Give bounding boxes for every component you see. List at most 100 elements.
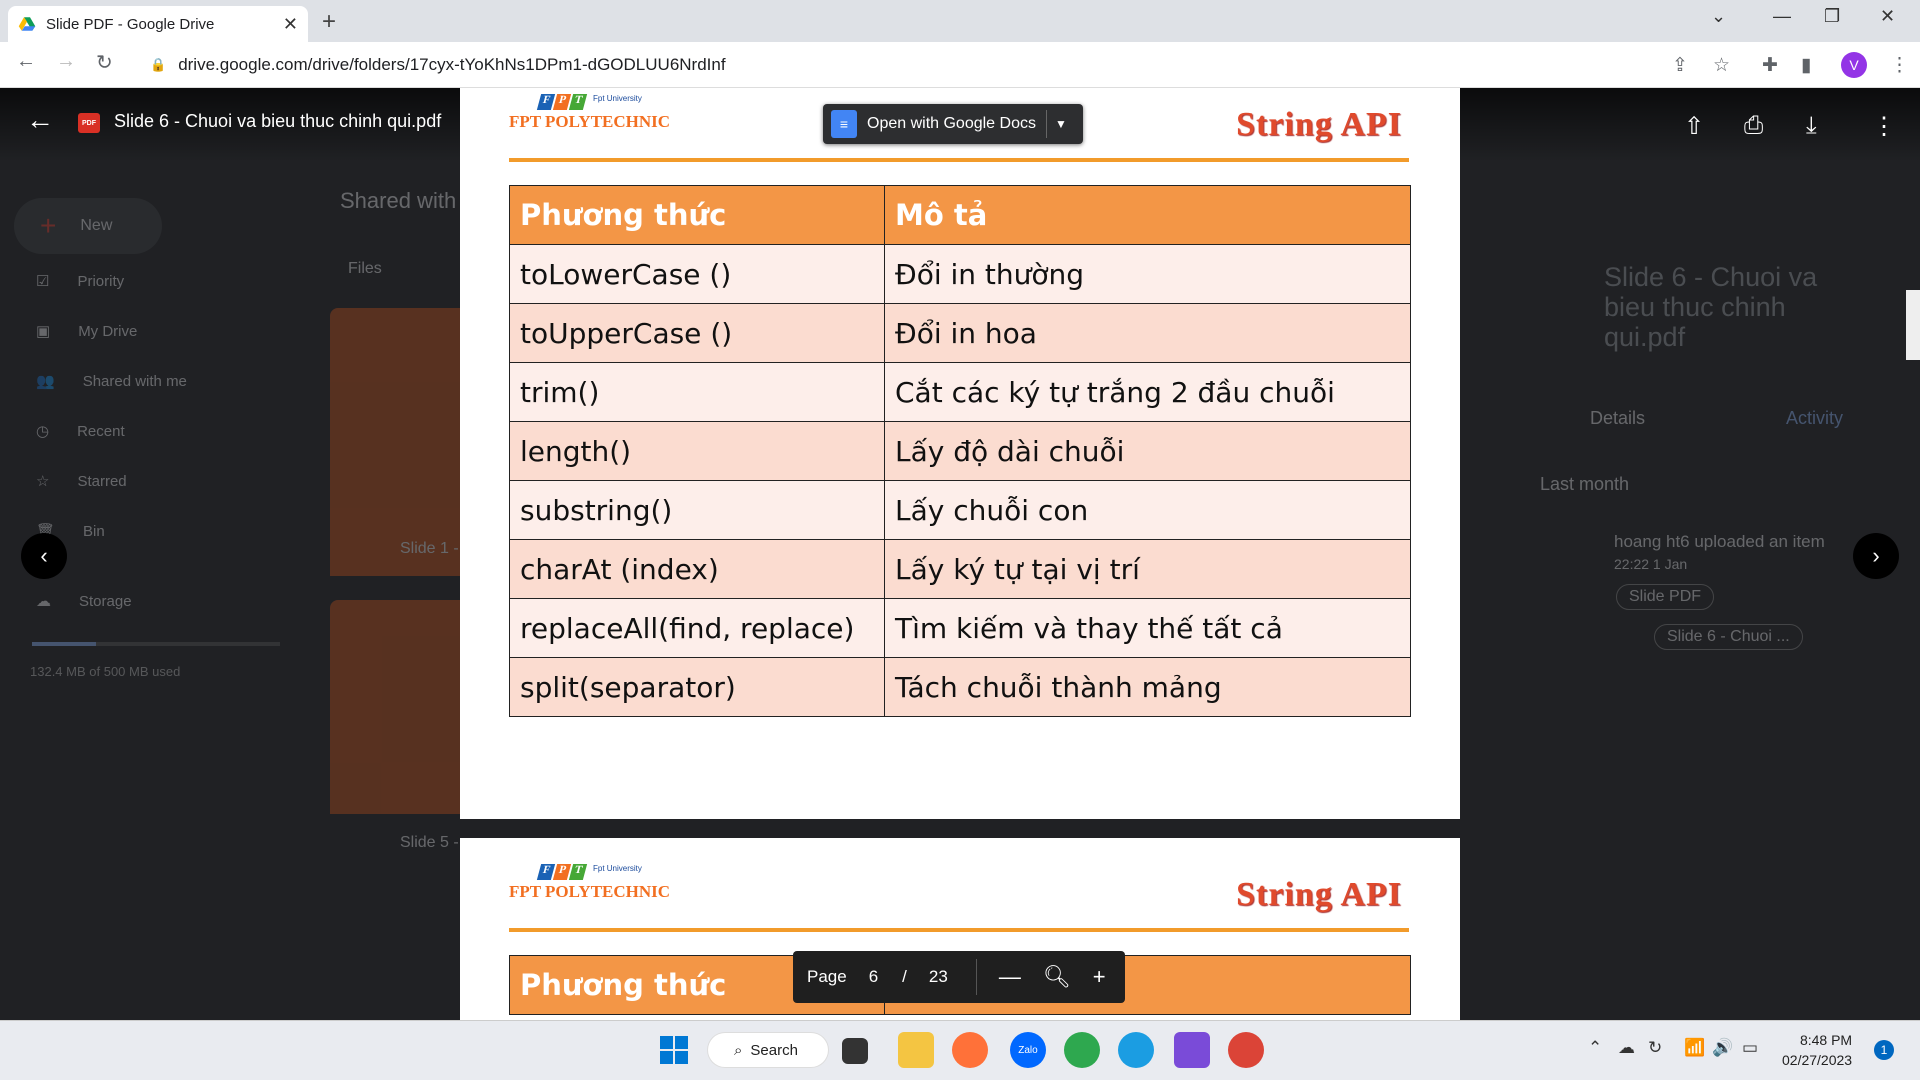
activity-chip: Slide 6 - Chuoi ... bbox=[1654, 624, 1803, 650]
slide-title: String API bbox=[1236, 106, 1402, 143]
reload-icon[interactable]: ↻ bbox=[96, 50, 113, 75]
profile-avatar[interactable]: V bbox=[1841, 52, 1867, 78]
open-with-docs-button[interactable]: ≡ Open with Google Docs ▼ bbox=[823, 104, 1083, 144]
tab-search-icon[interactable]: ⌄ bbox=[1711, 6, 1726, 27]
pdf-file-icon: PDF bbox=[78, 113, 100, 133]
restore-icon[interactable]: ❐ bbox=[1824, 6, 1840, 27]
edge-icon[interactable] bbox=[1118, 1032, 1154, 1068]
add-to-drive-icon[interactable]: ⇧ bbox=[1684, 112, 1704, 141]
file-thumbnail bbox=[330, 600, 460, 814]
search-label: Search bbox=[750, 1041, 798, 1059]
column-header: Mô tả bbox=[884, 185, 1411, 245]
brand-small: Fpt University bbox=[593, 864, 642, 873]
zoom-out-icon[interactable]: — bbox=[999, 964, 1021, 990]
file-card-name: Slide 5 - bbox=[400, 834, 459, 851]
address-bar[interactable]: 🔒 drive.google.com/drive/folders/17cyx-t… bbox=[136, 48, 1776, 82]
tab-details: Details bbox=[1590, 408, 1646, 428]
browser-tab[interactable]: Slide PDF - Google Drive ✕ bbox=[8, 6, 308, 42]
download-icon[interactable]: ⤓ bbox=[1806, 112, 1817, 140]
print-icon[interactable]: ⎙ bbox=[1744, 112, 1763, 140]
new-button: + New bbox=[14, 198, 162, 254]
zoom-in-icon[interactable]: + bbox=[1093, 964, 1106, 990]
system-clock[interactable]: 8:48 PM 02/27/2023 bbox=[1782, 1030, 1852, 1070]
storage-bar bbox=[32, 642, 280, 646]
firefox-icon[interactable] bbox=[952, 1032, 988, 1068]
column-header: Phương thức bbox=[509, 185, 885, 245]
sync-icon[interactable]: ↻ bbox=[1648, 1038, 1662, 1058]
close-window-icon[interactable]: ✕ bbox=[1880, 6, 1895, 27]
zalo-icon[interactable]: Zalo bbox=[1010, 1032, 1046, 1068]
clock-time: 8:48 PM bbox=[1799, 1032, 1853, 1048]
side-panel-icon[interactable]: ▮ bbox=[1801, 54, 1811, 77]
brand-small: Fpt University bbox=[593, 94, 642, 103]
task-view-icon[interactable] bbox=[842, 1038, 868, 1064]
wifi-icon[interactable]: 📶 bbox=[1684, 1038, 1705, 1058]
volume-icon[interactable]: 🔊 bbox=[1712, 1038, 1733, 1058]
notification-badge[interactable]: 1 bbox=[1874, 1040, 1894, 1060]
control-divider bbox=[975, 959, 977, 995]
lock-icon: 🔒 bbox=[150, 57, 167, 72]
table-row: toUpperCase () Đổi in hoa bbox=[509, 303, 1411, 363]
sidebar-item-label: Bin bbox=[83, 522, 105, 540]
title-rule bbox=[509, 158, 1409, 162]
table-row: length() Lấy độ dài chuỗi bbox=[509, 421, 1411, 481]
url-text: drive.google.com/drive/folders/17cyx-tYo… bbox=[178, 55, 726, 74]
pdf-page: F P T Fpt University FPT POLYTECHNIC String… bbox=[460, 88, 1460, 819]
file-explorer-icon[interactable] bbox=[898, 1032, 934, 1068]
extensions-icon[interactable]: ✚ bbox=[1762, 54, 1778, 77]
previous-file-icon[interactable]: ‹ bbox=[21, 533, 67, 579]
fpt-mark: F P T Fpt University bbox=[536, 864, 670, 880]
close-tab-icon[interactable]: ✕ bbox=[283, 14, 298, 35]
method-cell: trim() bbox=[509, 362, 885, 422]
method-cell: toUpperCase () bbox=[509, 303, 885, 363]
activity-chip: Slide PDF bbox=[1616, 584, 1715, 610]
check-circle-icon: ☑ bbox=[36, 273, 50, 290]
activity-text: hoang ht6 uploaded an item bbox=[1614, 532, 1825, 551]
chevron-down-icon[interactable]: ▼ bbox=[1055, 117, 1067, 131]
table-row: toLowerCase () Đổi in thường bbox=[509, 244, 1411, 304]
back-icon[interactable]: ← bbox=[16, 50, 36, 73]
method-cell: replaceAll(find, replace) bbox=[509, 598, 885, 658]
table-row: substring() Lấy chuỗi con bbox=[509, 480, 1411, 540]
sidebar-item-label: Starred bbox=[77, 472, 127, 490]
coccoc-icon[interactable] bbox=[1064, 1032, 1100, 1068]
google-docs-icon: ≡ bbox=[831, 110, 857, 138]
search-icon: ⌕ bbox=[734, 1041, 743, 1059]
description-cell: Tìm kiếm và thay thế tất cả bbox=[884, 598, 1411, 658]
description-cell: Lấy chuỗi con bbox=[884, 480, 1411, 540]
back-arrow-icon[interactable]: ← bbox=[26, 104, 54, 136]
method-cell: charAt (index) bbox=[509, 539, 885, 599]
files-label: Files bbox=[348, 260, 382, 277]
new-tab-icon[interactable]: + bbox=[322, 8, 336, 36]
sidebar-item-shared: 👥 Shared with me bbox=[36, 372, 187, 391]
taskbar-search[interactable]: ⌕ Search bbox=[708, 1033, 828, 1067]
share-icon[interactable]: ⇪ bbox=[1672, 54, 1688, 77]
chrome-icon[interactable] bbox=[1228, 1032, 1264, 1068]
drive-icon: ▣ bbox=[36, 323, 51, 340]
next-file-icon[interactable]: › bbox=[1853, 533, 1899, 579]
battery-icon[interactable]: ▭ bbox=[1742, 1038, 1758, 1058]
browser-menu-icon[interactable]: ⋮ bbox=[1890, 54, 1909, 77]
page-number-input[interactable]: 6 bbox=[869, 967, 878, 987]
table-row: charAt (index) Lấy ký tự tại vị trí bbox=[509, 539, 1411, 599]
table-header-row: Phương thứcMô tả bbox=[509, 185, 1411, 245]
sidebar-item-priority: ☑ Priority bbox=[36, 272, 124, 291]
bookmark-star-icon[interactable]: ☆ bbox=[1713, 54, 1730, 77]
zoom-icon[interactable]: 🔍︎ bbox=[1043, 964, 1071, 990]
sidebar-item-label: Storage bbox=[79, 592, 132, 610]
minimize-icon[interactable]: — bbox=[1773, 6, 1791, 27]
clock-icon: ◷ bbox=[36, 423, 50, 440]
scrollbar[interactable] bbox=[1906, 290, 1920, 360]
forward-icon[interactable]: → bbox=[56, 50, 76, 73]
description-cell: Đổi in thường bbox=[884, 244, 1411, 304]
description-cell: Tách chuỗi thành mảng bbox=[884, 657, 1411, 717]
windows-start-icon[interactable] bbox=[656, 1032, 692, 1068]
table-row: replaceAll(find, replace) Tìm kiếm và tha… bbox=[509, 598, 1411, 658]
app-icon[interactable] bbox=[1174, 1032, 1210, 1068]
onedrive-icon[interactable]: ☁ bbox=[1618, 1038, 1635, 1058]
sidebar-item-recent: ◷ Recent bbox=[36, 422, 125, 441]
more-actions-icon[interactable]: ⋮ bbox=[1872, 112, 1896, 141]
table-row: split(separator) Tách chuỗi thành mảng bbox=[509, 657, 1411, 717]
slide-title: String API bbox=[1236, 876, 1402, 913]
chevron-up-icon[interactable]: ⌃ bbox=[1588, 1038, 1602, 1058]
